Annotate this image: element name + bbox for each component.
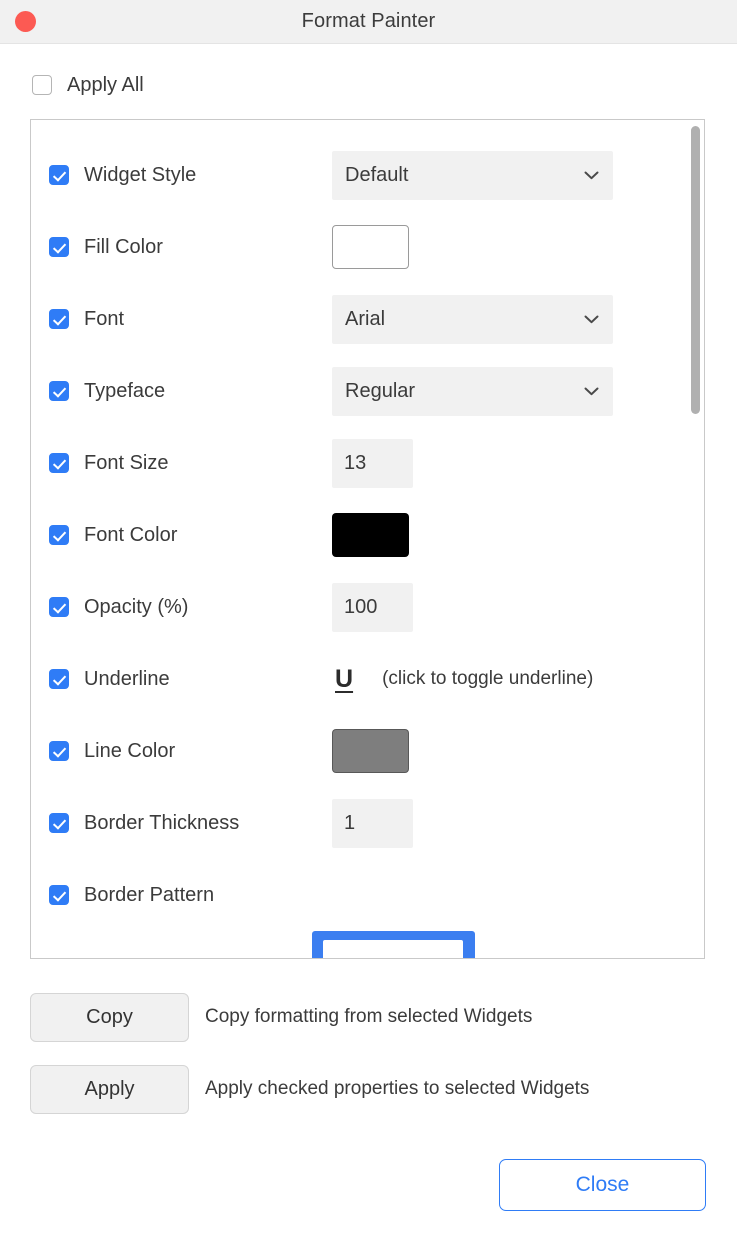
checkbox-font-size[interactable]: [49, 453, 69, 473]
control-typeface: Regular: [332, 367, 613, 416]
property-row-typeface[interactable]: Typeface Regular: [31, 355, 704, 427]
label-opacity: Opacity (%): [84, 596, 332, 619]
control-line-color: [332, 729, 409, 773]
dropdown-value-typeface: Regular: [345, 380, 415, 403]
property-row-font-color[interactable]: Font Color: [31, 499, 704, 571]
checkbox-border-thickness[interactable]: [49, 813, 69, 833]
chevron-down-icon: [584, 171, 599, 180]
panel-scrollbar[interactable]: [688, 120, 704, 958]
dropdown-value-widget-style: Default: [345, 164, 408, 187]
chevron-down-icon: [584, 387, 599, 396]
focus-ring-inner: [323, 940, 463, 959]
property-row-fill-color[interactable]: Fill Color: [31, 211, 704, 283]
control-font: Arial: [332, 295, 613, 344]
apply-all-label: Apply All: [67, 74, 144, 97]
pattern-dotted-line: [335, 894, 372, 897]
pattern-solid-line: [339, 902, 368, 905]
label-fill-color: Fill Color: [84, 236, 332, 259]
copy-description: Copy formatting from selected Widgets: [205, 1006, 532, 1028]
property-row-widget-style[interactable]: Widget Style Default: [31, 139, 704, 211]
checkbox-font[interactable]: [49, 309, 69, 329]
title-bar: Format Painter: [0, 0, 737, 44]
label-border-thickness: Border Thickness: [84, 812, 332, 835]
underline-hint-text: (click to toggle underline): [382, 668, 593, 690]
label-typeface: Typeface: [84, 380, 332, 403]
checkbox-font-color[interactable]: [49, 525, 69, 545]
property-row-font[interactable]: Font Arial: [31, 283, 704, 355]
focus-ring: [312, 931, 475, 959]
label-underline: Underline: [84, 668, 332, 691]
border-pattern-icon[interactable]: [332, 880, 378, 910]
control-font-color: [332, 513, 409, 557]
color-swatch-line-color[interactable]: [332, 729, 409, 773]
apply-action-row: Apply Apply checked properties to select…: [0, 1053, 737, 1125]
property-row-font-size[interactable]: Font Size 13: [31, 427, 704, 499]
label-border-pattern: Border Pattern: [84, 884, 332, 907]
apply-description: Apply checked properties to selected Wid…: [205, 1078, 589, 1100]
properties-list: Widget Style Default Fill Color: [31, 120, 704, 959]
input-opacity[interactable]: 100: [332, 583, 413, 632]
checkbox-underline[interactable]: [49, 669, 69, 689]
label-font-color: Font Color: [84, 524, 332, 547]
checkbox-opacity[interactable]: [49, 597, 69, 617]
control-opacity: 100: [332, 583, 413, 632]
pattern-dashed-line: [334, 886, 374, 889]
control-underline: U (click to toggle underline): [332, 667, 593, 692]
format-painter-dialog: Format Painter Apply All Widget Style De…: [0, 0, 737, 1242]
close-button[interactable]: Close: [499, 1159, 706, 1211]
checkbox-widget-style[interactable]: [49, 165, 69, 185]
dropdown-typeface[interactable]: Regular: [332, 367, 613, 416]
control-border-thickness: 1: [332, 799, 413, 848]
checkbox-border-pattern[interactable]: [49, 885, 69, 905]
property-row-line-color[interactable]: Line Color: [31, 715, 704, 787]
apply-all-row[interactable]: Apply All: [0, 44, 737, 104]
input-border-thickness[interactable]: 1: [332, 799, 413, 848]
dropdown-value-font: Arial: [345, 308, 385, 331]
property-row-opacity[interactable]: Opacity (%) 100: [31, 571, 704, 643]
label-font: Font: [84, 308, 332, 331]
label-widget-style: Widget Style: [84, 164, 332, 187]
label-line-color: Line Color: [84, 740, 332, 763]
color-swatch-font-color[interactable]: [332, 513, 409, 557]
input-font-size[interactable]: 13: [332, 439, 413, 488]
property-row-underline[interactable]: Underline U (click to toggle underline): [31, 643, 704, 715]
dropdown-font[interactable]: Arial: [332, 295, 613, 344]
page-title: Format Painter: [0, 10, 737, 33]
panel-scrollbar-thumb[interactable]: [691, 126, 700, 414]
chevron-down-icon: [584, 315, 599, 324]
control-border-pattern: [332, 880, 378, 910]
label-font-size: Font Size: [84, 452, 332, 475]
properties-panel: Widget Style Default Fill Color: [30, 119, 705, 959]
footer: Close: [499, 1159, 706, 1211]
property-row-border-pattern[interactable]: Border Pattern: [31, 859, 704, 931]
control-fill-color: [332, 225, 409, 269]
control-font-size: 13: [332, 439, 413, 488]
copy-action-row: Copy Copy formatting from selected Widge…: [0, 981, 737, 1053]
checkbox-line-color[interactable]: [49, 741, 69, 761]
checkbox-typeface[interactable]: [49, 381, 69, 401]
underline-toggle-icon[interactable]: U: [332, 667, 356, 692]
property-row-border-thickness[interactable]: Border Thickness 1: [31, 787, 704, 859]
control-widget-style: Default: [332, 151, 613, 200]
apply-all-checkbox[interactable]: [32, 75, 52, 95]
apply-button[interactable]: Apply: [30, 1065, 189, 1114]
checkbox-fill-color[interactable]: [49, 237, 69, 257]
dropdown-widget-style[interactable]: Default: [332, 151, 613, 200]
focused-control-clipped[interactable]: [49, 931, 297, 959]
color-swatch-fill-color[interactable]: [332, 225, 409, 269]
copy-button[interactable]: Copy: [30, 993, 189, 1042]
